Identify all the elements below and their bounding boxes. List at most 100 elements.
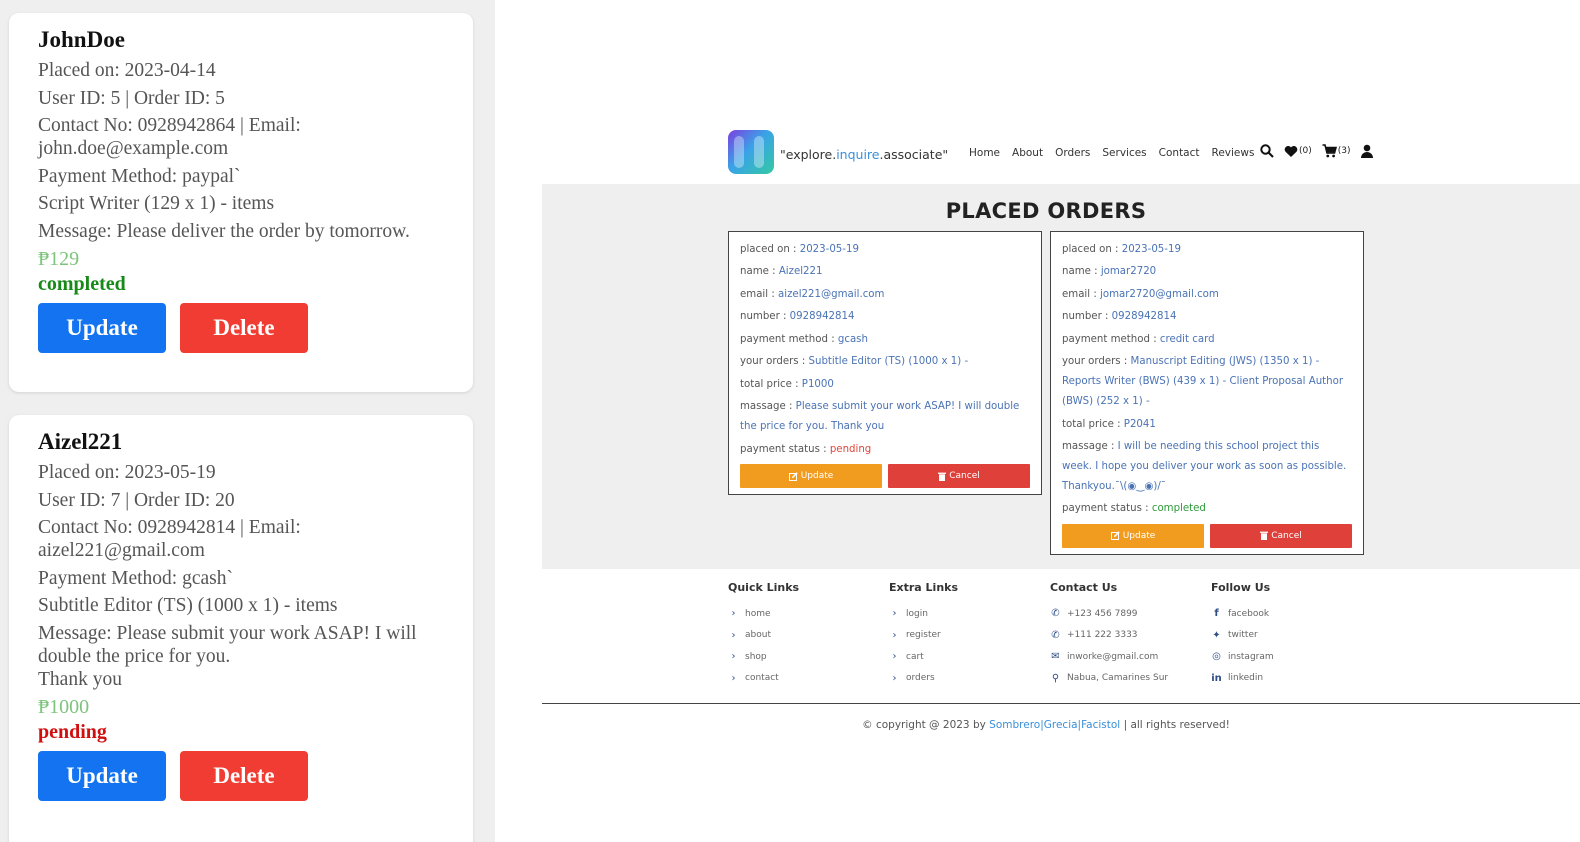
nav-contact[interactable]: Contact	[1159, 147, 1200, 159]
chevron-right-icon: ›	[731, 608, 736, 620]
twitter-icon: ✦	[1212, 629, 1221, 641]
admin-order-card: JohnDoe Placed on: 2023-04-14 User ID: 5…	[9, 13, 473, 392]
search-icon[interactable]	[1260, 144, 1274, 158]
order-total: total price : P2041	[1062, 418, 1156, 430]
order-placed: placed on : 2023-05-19	[740, 244, 859, 255]
order-price: ₱1000	[38, 696, 90, 718]
update-button[interactable]: Update	[740, 464, 882, 489]
chevron-right-icon: ›	[731, 651, 736, 663]
footer-divider	[542, 703, 1580, 704]
chevron-right-icon: ›	[892, 629, 897, 641]
chevron-right-icon: ›	[731, 672, 736, 684]
brand-logo[interactable]	[728, 130, 774, 174]
order-total: total price : P1000	[740, 378, 834, 390]
copyright: © copyright @ 2023 by Sombrero|Grecia|Fa…	[862, 719, 1230, 731]
update-button[interactable]: Update	[38, 751, 166, 801]
main-nav: Home About Orders Services Contact Revie…	[969, 147, 1254, 159]
order-user-name: JohnDoe	[38, 27, 125, 52]
phone-icon: ✆	[1051, 629, 1060, 641]
order-items: Subtitle Editor (TS) (1000 x 1) - items	[38, 595, 338, 616]
chevron-right-icon: ›	[731, 629, 736, 641]
footer-link-login[interactable]: › login	[889, 603, 958, 625]
order-contact: Contact No: 0928942814 | Email: aizel221…	[38, 517, 301, 561]
nav-home[interactable]: Home	[969, 147, 1000, 159]
footer-link-about[interactable]: › about	[728, 625, 799, 647]
footer-link-home[interactable]: › home	[728, 603, 799, 625]
footer-link-cart[interactable]: › cart	[889, 646, 958, 668]
footer-phone-1[interactable]: ✆ +123 456 7899	[1050, 603, 1168, 625]
facebook-icon: f	[1214, 608, 1219, 620]
order-status: completed	[38, 273, 126, 295]
heart-icon	[1284, 145, 1298, 157]
wishlist-link[interactable]: (0)	[1284, 145, 1312, 158]
footer-link-shop[interactable]: › shop	[728, 646, 799, 668]
order-message: Message: Please deliver the order by tom…	[38, 220, 410, 242]
footer-heading: Follow Us	[1211, 581, 1271, 594]
update-button[interactable]: Update	[1062, 523, 1204, 548]
admin-orders-panel: JohnDoe Placed on: 2023-04-14 User ID: 5…	[0, 0, 495, 842]
site-footer: Quick Links › home › about › shop › contact …	[542, 569, 1580, 842]
footer-linkedin[interactable]: in linkedin	[1211, 668, 1274, 690]
order-items: Script Writer (129 x 1) - items	[38, 193, 275, 214]
chevron-right-icon: ›	[892, 672, 897, 684]
cart-count: (3)	[1337, 146, 1351, 156]
footer-heading: Extra Links	[889, 581, 959, 594]
placed-order-card: placed on : 2023-05-19 name : jomar2720 …	[1050, 231, 1364, 555]
edit-icon	[788, 472, 798, 481]
order-message-signoff: Thank you	[38, 668, 122, 690]
authors-link[interactable]: Sombrero|Grecia|Facistol	[989, 719, 1120, 731]
footer-follow: Follow Us f facebook ✦ twitter ◎ instagram …	[1211, 581, 1274, 689]
footer-link-register[interactable]: › register	[889, 625, 958, 647]
footer-email[interactable]: ✉ inworke@gmail.com	[1050, 646, 1168, 668]
order-email: email : jomar2720@gmail.com	[1062, 288, 1219, 300]
cart-icon	[1322, 144, 1337, 158]
order-placed-date: Placed on: 2023-04-14	[38, 60, 216, 81]
order-name: name : jomar2720	[1062, 266, 1157, 278]
page-title: PLACED ORDERS	[945, 199, 1147, 223]
chevron-right-icon: ›	[892, 608, 897, 620]
footer-contact: Contact Us ✆ +123 456 7899 ✆ +111 222 3333…	[1050, 581, 1168, 689]
order-items: your orders : Subtitle Editor (TS) (1000…	[740, 356, 969, 368]
site-header: "explore.inquire.associate" Home About O…	[542, 118, 1580, 184]
order-user-name: Aizel221	[38, 429, 123, 454]
order-message: Message: Please submit your work ASAP! I…	[38, 622, 417, 667]
placed-order-card: placed on : 2023-05-19 name : Aizel221 e…	[728, 231, 1042, 496]
order-placed-date: Placed on: 2023-05-19	[38, 462, 216, 483]
linkedin-icon: in	[1211, 672, 1222, 684]
phone-icon: ✆	[1051, 608, 1060, 620]
cart-link[interactable]: (3)	[1322, 144, 1351, 158]
footer-address: ⚲ Nabua, Camarines Sur	[1051, 672, 1169, 684]
chevron-right-icon: ›	[892, 651, 897, 663]
order-name: name : Aizel221	[740, 266, 823, 278]
order-status: payment status : completed	[1062, 503, 1206, 515]
order-message: massage : I will be needing this school …	[1062, 440, 1347, 492]
brand-tagline: "explore.inquire.associate"	[780, 147, 949, 162]
order-items: your orders : Manuscript Editing (JWS) (…	[1062, 356, 1344, 408]
order-payment-method: payment method : credit card	[1062, 333, 1215, 345]
footer-heading: Contact Us	[1050, 581, 1118, 594]
footer-twitter[interactable]: ✦ twitter	[1211, 625, 1274, 647]
order-payment-method: Payment Method: gcash`	[38, 567, 233, 589]
footer-phone-2[interactable]: ✆ +111 222 3333	[1050, 625, 1168, 647]
delete-button[interactable]: Delete	[180, 303, 308, 353]
order-payment-method: Payment Method: paypal`	[38, 165, 241, 187]
nav-orders[interactable]: Orders	[1055, 147, 1090, 159]
footer-facebook[interactable]: f facebook	[1211, 603, 1274, 625]
order-status: pending	[38, 721, 107, 743]
nav-reviews[interactable]: Reviews	[1212, 147, 1255, 159]
footer-link-contact[interactable]: › contact	[728, 668, 799, 690]
site-preview: "explore.inquire.associate" Home About O…	[542, 0, 1580, 842]
delete-button[interactable]: Delete	[180, 751, 308, 801]
cancel-button[interactable]: Cancel	[1210, 523, 1352, 548]
footer-instagram[interactable]: ◎ instagram	[1211, 646, 1274, 668]
envelope-icon: ✉	[1051, 651, 1060, 663]
user-icon[interactable]	[1360, 144, 1373, 158]
footer-link-orders[interactable]: › orders	[889, 668, 958, 690]
wishlist-count: (0)	[1299, 146, 1312, 156]
trash-icon	[938, 472, 947, 481]
order-ids: User ID: 7 | Order ID: 20	[38, 489, 235, 511]
nav-services[interactable]: Services	[1102, 147, 1146, 159]
nav-about[interactable]: About	[1012, 147, 1043, 159]
cancel-button[interactable]: Cancel	[888, 464, 1030, 489]
update-button[interactable]: Update	[38, 303, 166, 353]
